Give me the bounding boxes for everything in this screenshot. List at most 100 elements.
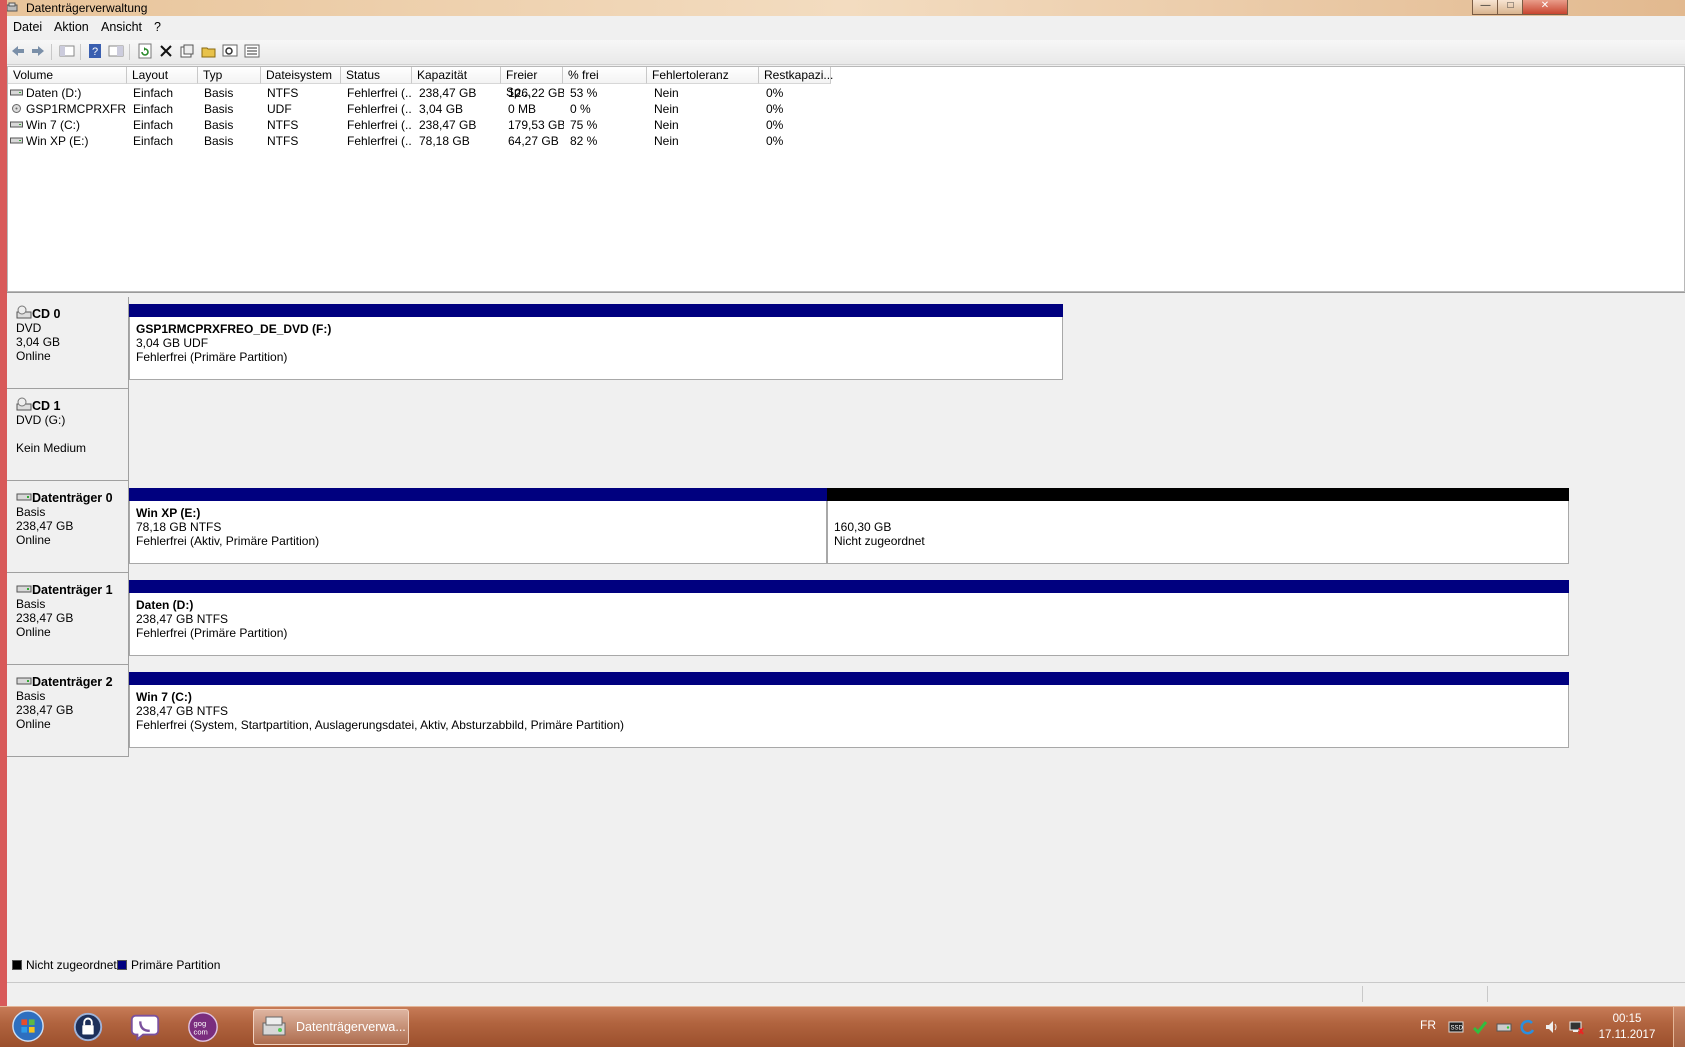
refresh-icon[interactable] — [137, 43, 153, 59]
disk-name: Datenträger 0 — [32, 491, 113, 505]
volume-cell-8: Nein — [654, 118, 679, 132]
primary-partition[interactable]: Win XP (E:) 78,18 GB NTFS Fehlerfrei (Akti… — [129, 488, 827, 564]
volume-cell-9: 0% — [766, 118, 784, 132]
minimize-button[interactable]: — — [1472, 0, 1499, 15]
settings-icon[interactable] — [244, 43, 260, 59]
column-prozent-frei[interactable]: % frei — [563, 67, 647, 84]
unallocated-space[interactable]: 160,30 GB Nicht zugeordnet — [827, 488, 1569, 564]
partition-title: GSP1RMCPRXFREO_DE_DVD (F:) — [136, 322, 332, 336]
sync-icon[interactable] — [1520, 1019, 1536, 1035]
disk-info-line: Kein Medium — [16, 441, 87, 455]
ssd-icon[interactable]: SSD — [1448, 1019, 1464, 1035]
volume-cell-5: 3,04 GB — [419, 102, 464, 116]
console-tree-icon[interactable] — [59, 43, 75, 59]
network-icon[interactable] — [1568, 1019, 1584, 1035]
properties-icon[interactable] — [179, 43, 195, 59]
volume-icon — [10, 121, 23, 128]
disk-info-line: Basis — [16, 597, 46, 611]
disk-label[interactable]: CD 1 DVD (G:) Kein Medium — [7, 389, 129, 481]
disk-row: Datenträger 0 Basis 238,47 GB Online Win XP … — [7, 481, 1685, 573]
viber-icon[interactable] — [127, 1010, 163, 1044]
legend: Nicht zugeordnet Primäre Partition — [7, 955, 1685, 975]
clock[interactable]: 00:15 17.11.2017 — [1596, 1011, 1658, 1043]
partition-info-line: 78,18 GB NTFS — [136, 520, 222, 534]
volume-row[interactable]: Daten (D:) Einfach Basis NTFS Fehlerfrei (..… — [8, 85, 1684, 101]
column-freier-speicher[interactable]: Freier Sp... — [501, 67, 563, 99]
volume-cell-8: Nein — [654, 86, 679, 100]
partition-color-bar — [129, 580, 1569, 593]
cd-drive-icon — [16, 397, 32, 411]
network-drive-icon[interactable] — [1496, 1019, 1512, 1035]
column-typ[interactable]: Typ — [198, 67, 261, 84]
primary-partition[interactable]: GSP1RMCPRXFREO_DE_DVD (F:) 3,04 GB UDF Feh… — [129, 304, 1063, 380]
volume-cell-7: 53 % — [570, 86, 598, 100]
partition-body: Win 7 (C:) 238,47 GB NTFS Fehlerfrei (Syst… — [129, 685, 1569, 748]
disk-label[interactable]: CD 0 DVD 3,04 GB Online — [7, 297, 129, 389]
column-kapazitaet[interactable]: Kapazität — [412, 67, 501, 84]
column-fehlertoleranz[interactable]: Fehlertoleranz — [647, 67, 759, 84]
volume-cell-2: Basis — [204, 134, 234, 148]
toolbar: ? — [7, 40, 1685, 65]
gog-icon[interactable]: gog com — [185, 1010, 221, 1044]
menu-bar: Datei Aktion Ansicht ? — [7, 16, 1685, 40]
column-restkapazitaet[interactable]: Restkapazi... — [759, 67, 833, 84]
explore-icon[interactable] — [222, 43, 238, 59]
volume-row[interactable]: Win 7 (C:) Einfach Basis NTFS Fehlerfrei (..… — [8, 117, 1684, 133]
partition-color-bar — [827, 488, 1569, 501]
volume-cell-1: Einfach — [133, 134, 174, 148]
partition-info-line: Fehlerfrei (Aktiv, Primäre Partition) — [136, 534, 320, 548]
column-layout[interactable]: Layout — [127, 67, 198, 84]
volume-row[interactable]: GSP1RMCPRXFRE... Einfach Basis UDF Fehlerfre… — [8, 101, 1684, 117]
menu-help[interactable]: ? — [154, 20, 161, 34]
show-desktop-button[interactable] — [1673, 1007, 1685, 1047]
disk-label[interactable]: Datenträger 1 Basis 238,47 GB Online — [7, 573, 129, 665]
disk-info-line: 238,47 GB — [16, 611, 74, 625]
menu-aktion[interactable]: Aktion — [54, 20, 89, 34]
primary-partition[interactable]: Win 7 (C:) 238,47 GB NTFS Fehlerfrei (Syst… — [129, 672, 1569, 748]
menu-ansicht[interactable]: Ansicht — [101, 20, 142, 34]
volume-row[interactable]: Win XP (E:) Einfach Basis NTFS Fehlerfrei (.… — [8, 133, 1684, 149]
volume-icon — [10, 89, 23, 96]
close-button[interactable]: ✕ — [1522, 0, 1568, 15]
disk-label[interactable]: Datenträger 0 Basis 238,47 GB Online — [7, 481, 129, 573]
show-pane-icon[interactable] — [108, 43, 124, 59]
taskbar-task-label: Datenträgerverwa... — [296, 1020, 406, 1034]
help-icon[interactable]: ? — [87, 43, 103, 59]
legend-unallocated-swatch — [12, 960, 22, 970]
forward-icon[interactable] — [30, 43, 46, 59]
open-icon[interactable] — [201, 43, 217, 59]
volume-cell-3: NTFS — [267, 86, 299, 100]
disk-label[interactable]: Datenträger 2 Basis 238,47 GB Online — [7, 665, 129, 757]
check-icon[interactable] — [1472, 1019, 1488, 1035]
delete-icon[interactable] — [158, 43, 174, 59]
column-dateisystem[interactable]: Dateisystem — [261, 67, 341, 84]
partition-body: 160,30 GB Nicht zugeordnet — [827, 501, 1569, 564]
partition-color-bar — [129, 488, 827, 501]
lock-app-icon[interactable] — [70, 1010, 106, 1044]
volume-icon[interactable] — [1544, 1019, 1560, 1035]
partition-color-bar — [129, 672, 1569, 685]
language-indicator[interactable]: FR — [1420, 1018, 1436, 1032]
volume-cell-8: Nein — [654, 102, 679, 116]
column-status[interactable]: Status — [341, 67, 412, 84]
svg-text:com: com — [194, 1028, 208, 1037]
volume-cell-6: 0 MB — [508, 102, 537, 116]
disk-info-line: Online — [16, 349, 51, 363]
disk-row: CD 0 DVD 3,04 GB Online GSP1RMCPRXFREO_DE_DV… — [7, 297, 1685, 389]
primary-partition[interactable]: Daten (D:) 238,47 GB NTFS Fehlerfrei (Prim… — [129, 580, 1569, 656]
disk-info-line: Basis — [16, 689, 46, 703]
start-orb-icon[interactable] — [10, 1009, 46, 1043]
menu-datei[interactable]: Datei — [13, 20, 42, 34]
legend-primary-label: Primäre Partition — [131, 958, 221, 972]
back-icon[interactable] — [10, 43, 26, 59]
window-title: Datenträgerverwaltung — [26, 1, 148, 15]
volume-cell-9: 0% — [766, 86, 784, 100]
volume-cell-4: Fehlerfrei (... — [347, 102, 411, 116]
taskbar-disk-management-button[interactable]: Datenträgerverwa... — [253, 1009, 409, 1045]
volume-cell-7: 82 % — [570, 134, 598, 148]
column-volume[interactable]: Volume — [8, 67, 127, 84]
maximize-button[interactable]: □ — [1497, 0, 1524, 15]
volume-cell-2: Basis — [204, 86, 234, 100]
volume-cell-1: Einfach — [133, 118, 174, 132]
volume-cell-4: Fehlerfrei (... — [347, 134, 411, 148]
